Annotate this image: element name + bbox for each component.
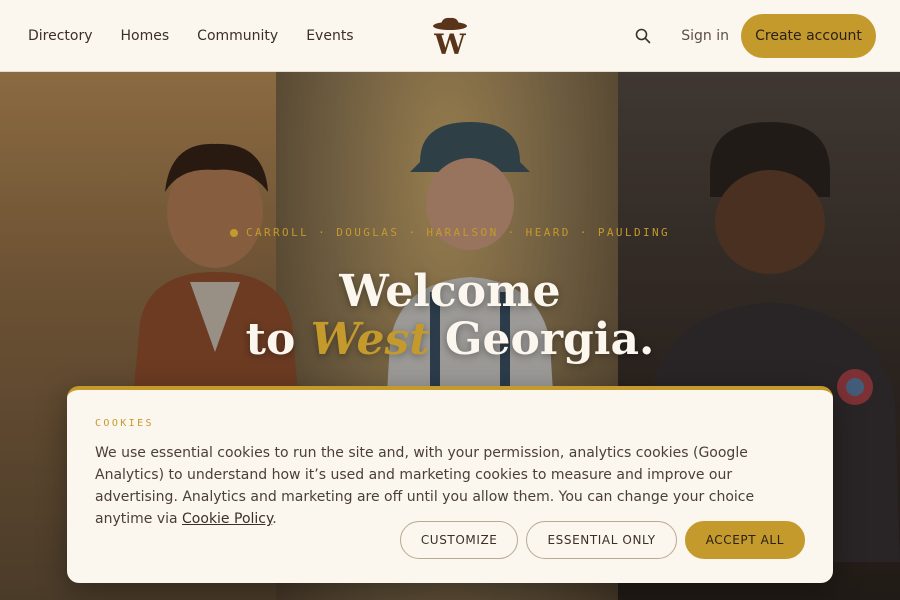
regions-list: CARROLL · DOUGLAS · HARALSON · HEARD · P… [0,226,900,239]
cookie-body: We use essential cookies to run the site… [95,442,795,530]
create-account-button[interactable]: Create account [741,14,876,58]
essential-only-button[interactable]: ESSENTIAL ONLY [526,521,677,559]
cookie-actions: CUSTOMIZE ESSENTIAL ONLY ACCEPT ALL [399,521,805,559]
cookie-body-period: . [272,511,277,527]
headline-to: to [245,314,296,365]
headline-line-2: to West Georgia. [0,318,900,362]
main-nav: Directory Homes Community Events [28,28,354,44]
regions-text: CARROLL · DOUGLAS · HARALSON · HEARD · P… [245,226,671,239]
cowboy-hat-w-logo-icon[interactable]: W [430,16,470,61]
sign-in-link[interactable]: Sign in [681,28,729,44]
headline-accent: West [310,314,430,365]
nav-events[interactable]: Events [306,28,353,44]
headline-end: Georgia. [444,314,655,365]
site-header: Directory Homes Community Events W Sign … [0,0,900,72]
header-actions: Sign in Create account [631,14,876,58]
cookie-consent-dialog: COOKIES We use essential cookies to run … [67,386,833,583]
hero-headline: Welcome to West Georgia. [0,270,900,362]
cookie-title: COOKIES [95,418,154,429]
nav-community[interactable]: Community [197,28,278,44]
search-icon[interactable] [631,24,655,48]
cookie-policy-link[interactable]: Cookie Policy [182,511,272,527]
svg-text:W: W [433,28,466,56]
nav-homes[interactable]: Homes [121,28,170,44]
customize-button[interactable]: CUSTOMIZE [399,521,519,559]
accept-all-button[interactable]: ACCEPT ALL [684,521,805,559]
regions-dot-icon [229,229,238,237]
nav-directory[interactable]: Directory [28,28,93,44]
headline-line-1: Welcome [339,266,561,317]
